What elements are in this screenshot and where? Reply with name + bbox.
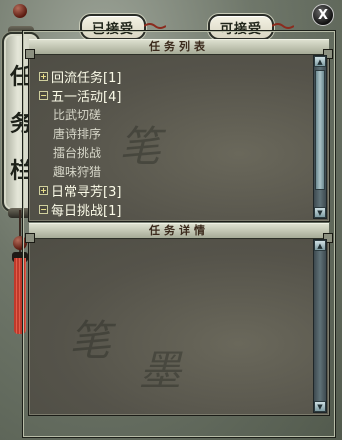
calligraphy-watermark: 笔 [119,122,162,171]
close-button[interactable]: X [312,4,334,26]
quest-details-panel: 任务详情 笔 墨 ▲ ▼ [25,223,333,416]
quest-details-title: 任务详情 [29,223,329,239]
scroll-down-icon[interactable]: ▼ [314,207,326,218]
quest-category-row[interactable]: + 回流任务[1] [39,67,311,86]
quest-category-label: 每日挑战[1] [51,204,122,219]
corner-ornament [25,49,35,59]
quest-category-row[interactable]: − 每日挑战[1] [39,200,311,219]
quest-banner: 任 务 栏 [2,32,40,212]
corner-ornament [25,233,35,243]
banner-char: 任 [9,64,32,91]
accepted-quests-tab[interactable]: 已接受 [80,14,146,40]
banner-char: 务 [9,110,32,137]
collapse-icon[interactable]: − [39,91,48,100]
quest-list-title: 任务列表 [29,39,329,55]
collapse-icon[interactable]: − [39,205,48,214]
quest-item-label: 比武切磋 [53,108,102,122]
expand-icon[interactable]: + [39,186,48,195]
tassel-cord [19,210,21,258]
quest-window: 已接受 可接受 X 任 务 栏 任务列表 笔 + 回流任务[1] − 五一活动[… [0,0,342,440]
quest-category-label: 五一活动[4] [51,90,122,105]
expand-icon[interactable]: + [39,72,48,81]
tab-cord-ornament [144,23,166,29]
corner-ornament [323,49,333,59]
quest-category-row[interactable]: + 日常寻芳[3] [39,181,311,200]
quest-item-label: 擂台挑战 [53,146,102,160]
bead-ornament [13,236,27,250]
bead-ornament [13,4,27,18]
corner-ornament [323,233,333,243]
red-tassel-ornament [14,258,26,334]
scroll-down-icon[interactable]: ▼ [314,401,326,412]
quest-item-row[interactable]: 擂台挑战 [39,143,311,162]
available-quests-tab[interactable]: 可接受 [208,14,274,40]
quest-category-label: 回流任务[1] [51,71,122,86]
quest-tree: + 回流任务[1] − 五一活动[4] 比武切磋 唐诗排序 擂台挑战 趣味狩猎 … [39,67,311,219]
quest-list-panel: 任务列表 笔 + 回流任务[1] − 五一活动[4] 比武切磋 唐诗排序 擂台挑… [25,39,333,222]
scroll-thumb[interactable] [315,70,325,190]
quest-item-label: 唐诗排序 [53,127,102,141]
quest-category-label: 日常寻芳[3] [51,185,122,200]
quest-list-scrollbar[interactable]: ▲ ▼ [313,55,327,219]
scroll-up-icon[interactable]: ▲ [314,240,326,251]
scroll-up-icon[interactable]: ▲ [314,56,326,67]
banner-bottom-cap [8,208,34,218]
quest-item-row[interactable]: 比武切磋 [39,105,311,124]
quest-details-scrollbar[interactable]: ▲ ▼ [313,239,327,413]
quest-item-label: 趣味狩猎 [53,165,102,179]
calligraphy-watermark: 墨 [139,346,182,395]
calligraphy-watermark: 笔 [69,316,112,365]
quest-item-row[interactable]: 趣味狩猎 [39,162,311,181]
banner-char: 栏 [9,157,32,184]
quest-category-row[interactable]: − 五一活动[4] [39,86,311,105]
tab-cord-ornament [272,23,294,29]
quest-item-row[interactable]: 唐诗排序 [39,124,311,143]
